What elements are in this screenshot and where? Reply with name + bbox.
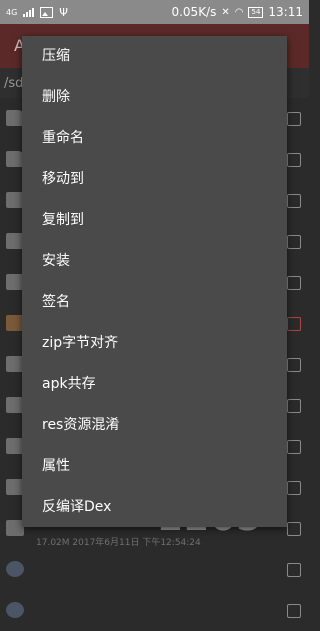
plugin-icon: [6, 561, 24, 577]
menu-item[interactable]: 删除: [22, 77, 287, 118]
signal-icon: [23, 7, 35, 17]
menu-item[interactable]: 压缩: [22, 36, 287, 77]
row-checkbox[interactable]: [287, 481, 301, 495]
network-speed: 0.05K/s: [171, 5, 217, 19]
status-bar: 4G Ψ 0.05K/s ✕ ◠ 54 13:11: [0, 0, 309, 24]
usb-icon: Ψ: [59, 5, 68, 19]
row-checkbox[interactable]: [287, 153, 301, 167]
row-checkbox[interactable]: [287, 317, 301, 331]
menu-item[interactable]: 移动到: [22, 159, 287, 200]
clock: 13:11: [268, 5, 303, 19]
row-checkbox[interactable]: [287, 194, 301, 208]
plugin-icon: [6, 602, 24, 618]
menu-item[interactable]: 属性: [22, 446, 287, 487]
menu-item[interactable]: 安装: [22, 241, 287, 282]
row-checkbox[interactable]: [287, 358, 301, 372]
mute-icon: ✕: [221, 6, 230, 18]
menu-item[interactable]: 反编译Dex: [22, 487, 287, 528]
menu-item[interactable]: apk共存: [22, 364, 287, 405]
row-checkbox[interactable]: [287, 604, 301, 618]
row-checkbox[interactable]: [287, 235, 301, 249]
row-checkbox[interactable]: [287, 440, 301, 454]
row-checkbox[interactable]: [287, 112, 301, 126]
context-menu: 压缩 删除 重命名 移动到 复制到 安装 签名 zip字节对齐 apk共存 res资源混淆 属性 反编…: [22, 36, 287, 527]
row-checkbox[interactable]: [287, 276, 301, 290]
battery-level: 54: [248, 6, 264, 18]
row-checkbox[interactable]: [287, 522, 301, 536]
menu-item[interactable]: 签名: [22, 282, 287, 323]
row-checkbox[interactable]: [287, 563, 301, 577]
row-checkbox[interactable]: [287, 399, 301, 413]
menu-item[interactable]: 重命名: [22, 118, 287, 159]
image-notification-icon: [40, 6, 54, 18]
file-row[interactable]: [0, 590, 309, 631]
menu-item[interactable]: res资源混淆: [22, 405, 287, 446]
menu-item[interactable]: 复制到: [22, 200, 287, 241]
network-type: 4G: [6, 7, 18, 17]
wifi-icon: ◠: [234, 6, 244, 18]
file-row[interactable]: [0, 549, 309, 590]
menu-item[interactable]: zip字节对齐: [22, 323, 287, 364]
